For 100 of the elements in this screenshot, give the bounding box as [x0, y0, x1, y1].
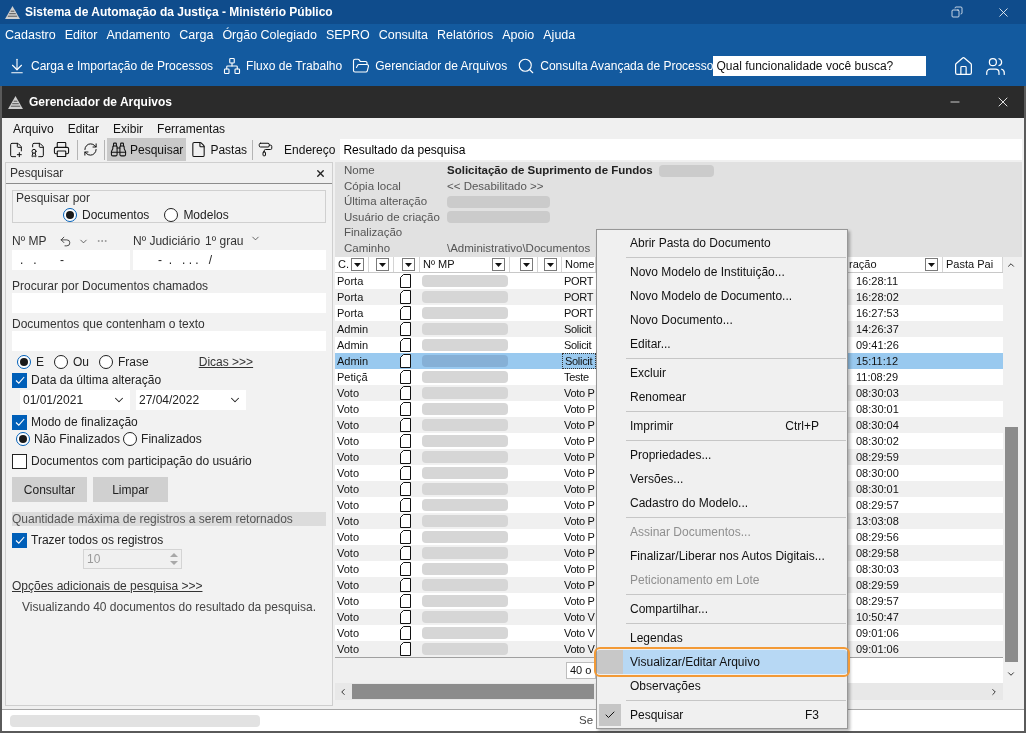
field-label: Procurar por Documentos chamados	[12, 279, 209, 293]
radio-label: Documentos	[82, 207, 150, 224]
radio-label: Ou	[73, 354, 90, 371]
table-cell: Voto	[337, 386, 360, 399]
table-cell: Porta	[337, 306, 364, 319]
field-label: Nº Judiciário	[133, 233, 201, 250]
radio-label: Finalizados	[141, 431, 202, 448]
table-cell: Voto	[337, 562, 360, 575]
table-cell: Voto	[337, 498, 360, 511]
table-cell-text: Voto P	[564, 417, 595, 433]
detail-label: Nome	[344, 163, 376, 179]
detail-value: Solicitação de Suprimento de Fundos	[447, 163, 653, 179]
table-cell: Admin	[337, 354, 369, 367]
table-cell: Voto	[337, 418, 360, 431]
table-cell: Voto	[337, 594, 360, 607]
table-cell: 08:29:57	[856, 594, 899, 607]
section-header: Quantidade máxima de registros a serem retornados	[12, 512, 326, 526]
table-cell-text: Voto P	[564, 465, 595, 481]
table-cell-text: Voto P	[564, 401, 595, 417]
table-cell-text: Solicit	[564, 337, 592, 353]
panel-title: Pesquisar	[10, 165, 64, 182]
table-cell-text: PORT	[564, 273, 594, 289]
field-label: Documentos que contenham o texto	[12, 317, 205, 331]
table-cell: 08:30:03	[856, 562, 899, 575]
table-cell: 13:03:08	[856, 514, 899, 527]
detail-label: Usuário de criação	[344, 209, 441, 225]
table-cell: Voto	[337, 578, 360, 591]
detail-label: Cópia local	[344, 178, 402, 194]
table-cell: 11:08:29	[856, 370, 898, 383]
table-cell: Admin	[337, 338, 369, 351]
table-cell-text: Solicit	[565, 353, 593, 369]
shortcut-text: F3	[805, 707, 819, 724]
window-title: Gerenciador de Arquivos	[29, 94, 172, 111]
table-cell-text: Voto P	[564, 385, 595, 401]
table-cell: 08:30:01	[856, 402, 899, 415]
radio-label: Modelos	[183, 207, 229, 224]
table-cell: 08:29:59	[856, 578, 899, 591]
table-cell: Porta	[337, 290, 364, 303]
group-label: Pesquisar por	[16, 191, 91, 205]
table-cell: 08:30:04	[856, 418, 899, 431]
table-cell: 15:11:12	[856, 354, 898, 367]
table-cell: 08:29:56	[856, 530, 899, 543]
table-cell: 08:29:58	[856, 546, 899, 559]
table-cell: Porta	[337, 274, 364, 287]
table-cell-text: Voto P	[564, 449, 595, 465]
table-cell-text: Teste	[564, 369, 589, 385]
table-cell: 08:30:02	[856, 434, 899, 447]
table-cell-text: Solicit	[564, 321, 592, 337]
table-cell: 09:01:06	[856, 626, 899, 639]
result-summary: Visualizando 40 documentos do resultado da pesquisa.	[21, 600, 317, 614]
count-field: 40 o	[566, 662, 596, 679]
table-cell: 08:29:57	[856, 498, 899, 511]
table-cell-text: Voto P	[564, 593, 595, 609]
radio-label: Frase	[118, 354, 149, 371]
checkbox-label: Trazer todos os registros	[31, 532, 164, 549]
table-cell: Voto	[337, 482, 360, 495]
table-cell-text: Voto V	[564, 609, 595, 625]
table-cell: 08:30:01	[856, 482, 899, 495]
table-cell: 08:30:00	[856, 466, 899, 479]
table-cell: 16:28:02	[856, 290, 899, 303]
table-cell: 09:01:06	[856, 642, 899, 655]
window-title: Sistema de Automação da Justiça - Ministério Público	[25, 4, 333, 21]
table-cell: 14:26:37	[856, 322, 899, 335]
table-cell: Voto	[337, 466, 360, 479]
table-cell-text: Voto P	[564, 481, 595, 497]
status-text: Se	[579, 712, 594, 728]
table-cell-text: PORT	[564, 289, 594, 305]
table-cell: 10:50:47	[856, 610, 899, 623]
address-label: Endereço	[284, 141, 336, 159]
table-cell-text: Voto P	[564, 545, 595, 561]
field-label: Nº MP	[12, 233, 47, 250]
table-cell: Voto	[337, 450, 360, 463]
table-cell: Petiçã	[337, 370, 368, 383]
detail-value: \Administrativo\Documentos	[447, 240, 591, 256]
table-cell: Voto	[337, 626, 360, 639]
table-cell: Voto	[337, 642, 360, 655]
table-cell: 16:28:11	[856, 274, 898, 287]
checkbox-label: Data da última alteração	[31, 372, 162, 389]
detail-label: Última alteração	[344, 194, 429, 210]
table-cell-text: Voto P	[564, 577, 595, 593]
table-cell: 08:30:03	[856, 386, 899, 399]
table-cell: 16:27:53	[856, 306, 899, 319]
checkbox-label: Documentos com participação do usuário	[31, 453, 252, 470]
table-cell-text: Voto P	[564, 513, 595, 529]
table-cell-text: Voto V	[564, 625, 595, 641]
detail-label: Finalização	[344, 225, 404, 241]
table-cell: Admin	[337, 322, 369, 335]
detail-value: << Desabilitado >>	[447, 178, 544, 194]
table-cell-text: Voto P	[564, 497, 595, 513]
shortcut-text: Ctrl+P	[785, 418, 819, 435]
table-cell: 08:29:59	[856, 450, 899, 463]
detail-label: Caminho	[344, 240, 392, 256]
table-cell: Voto	[337, 402, 360, 415]
table-cell-text: Voto V	[564, 641, 595, 657]
table-cell-text: Voto P	[564, 433, 595, 449]
table-cell: Voto	[337, 610, 360, 623]
table-cell: Voto	[337, 514, 360, 527]
table-cell-text: PORT	[564, 305, 594, 321]
instance-label: 1º grau	[205, 233, 244, 250]
table-cell: Voto	[337, 546, 360, 559]
